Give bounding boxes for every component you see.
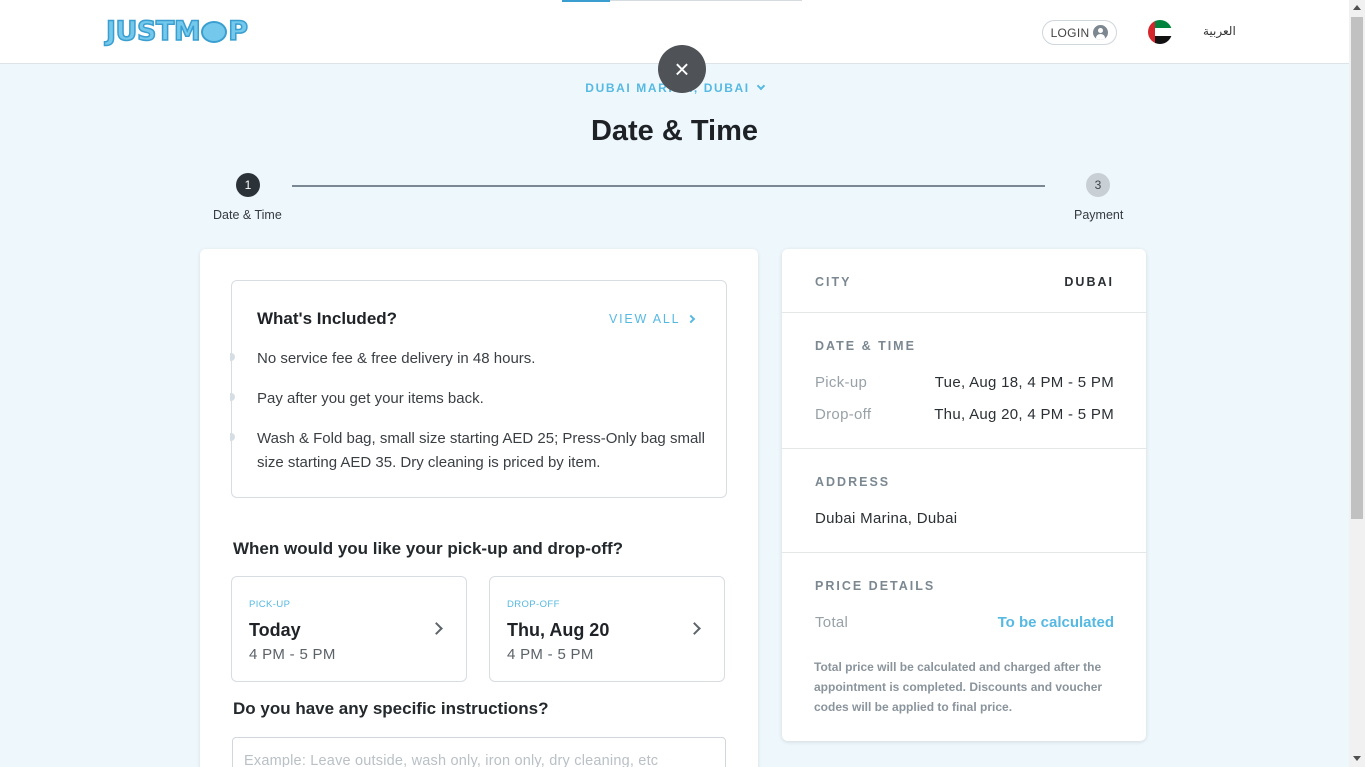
language-switch[interactable]: العربية — [1203, 24, 1236, 38]
page-title: Date & Time — [590, 115, 759, 147]
user-icon — [1093, 25, 1109, 40]
schedule-question: When would you like your pick-up and dro… — [233, 539, 624, 558]
justmop-logo[interactable]: JUSTM P — [105, 15, 249, 48]
step-3-circle: 3 — [1086, 173, 1110, 197]
instructions-question: Do you have any specific instructions? — [233, 699, 549, 718]
step-3-label: Payment — [1074, 208, 1124, 222]
total-key: Total — [815, 614, 849, 631]
login-button[interactable]: LOGIN — [1042, 20, 1117, 45]
dropoff-slot-card[interactable]: DROP-OFF Thu, Aug 20 4 PM - 5 PM — [489, 576, 725, 682]
chevron-right-icon — [430, 622, 443, 635]
step-1-label: Date & Time — [213, 208, 282, 222]
pickup-day: Today — [249, 620, 301, 640]
bullet-icon — [230, 353, 235, 361]
chevron-down-icon — [756, 81, 765, 91]
close-button[interactable]: × — [658, 45, 706, 93]
bullet-icon — [230, 393, 235, 401]
included-title: What's Included? — [257, 309, 398, 328]
login-label: LOGIN — [1050, 25, 1090, 40]
scroll-up-icon[interactable] — [1353, 5, 1361, 10]
scroll-down-icon[interactable] — [1353, 756, 1361, 761]
price-note: Total price will be calculated and charg… — [814, 660, 1103, 714]
scrollbar[interactable] — [1349, 0, 1365, 767]
pickup-tag: PICK-UP — [249, 599, 291, 610]
chevron-right-icon — [688, 622, 701, 635]
step-1-circle: 1 — [236, 173, 260, 197]
city-section: CITY DUBAI — [782, 249, 1146, 313]
included-item: Pay after you get your items back. — [257, 390, 484, 407]
instructions-placeholder: Example: Leave outside, wash only, iron … — [244, 753, 659, 767]
datetime-section: DATE & TIME Pick-up Tue, Aug 18, 4 PM - … — [782, 313, 1146, 449]
chevron-right-icon — [687, 314, 696, 324]
stepper-line — [292, 185, 1045, 187]
top-progress-bar — [562, 0, 802, 2]
close-icon: × — [674, 53, 690, 84]
view-all-link[interactable]: VIEW ALL — [609, 312, 696, 326]
address-label: ADDRESS — [815, 475, 891, 489]
pickup-slot-card[interactable]: PICK-UP Today 4 PM - 5 PM — [231, 576, 467, 682]
uae-flag-icon[interactable] — [1148, 20, 1172, 44]
dropoff-value: Thu, Aug 20, 4 PM - 5 PM — [934, 406, 1114, 423]
dropoff-day: Thu, Aug 20 — [507, 620, 610, 640]
total-value: To be calculated — [997, 614, 1114, 631]
booking-form-card: What's Included? VIEW ALL No service fee… — [200, 249, 758, 767]
pickup-key: Pick-up — [815, 374, 868, 391]
included-item: No service fee & free delivery in 48 hou… — [257, 350, 536, 367]
datetime-label: DATE & TIME — [815, 339, 916, 353]
included-item: Wash & Fold bag, small size starting AED… — [257, 430, 705, 471]
pickup-value: Tue, Aug 18, 4 PM - 5 PM — [934, 374, 1114, 391]
dropoff-key: Drop-off — [815, 406, 872, 423]
instructions-input[interactable]: Example: Leave outside, wash only, iron … — [232, 737, 726, 767]
order-summary-card: CITY DUBAI DATE & TIME Pick-up Tue, Aug … — [782, 249, 1146, 741]
dropoff-time: 4 PM - 5 PM — [507, 646, 594, 663]
dropoff-tag: DROP-OFF — [507, 599, 560, 610]
scroll-thumb[interactable] — [1351, 17, 1363, 519]
address-section: ADDRESS Dubai Marina, Dubai — [782, 449, 1146, 553]
bullet-icon — [230, 433, 235, 441]
pickup-time: 4 PM - 5 PM — [249, 646, 336, 663]
city-value: DUBAI — [1064, 275, 1114, 289]
city-label: CITY — [815, 275, 852, 289]
price-label: PRICE DETAILS — [815, 579, 936, 593]
whats-included-box: What's Included? VIEW ALL No service fee… — [230, 280, 727, 498]
address-value: Dubai Marina, Dubai — [815, 510, 958, 527]
